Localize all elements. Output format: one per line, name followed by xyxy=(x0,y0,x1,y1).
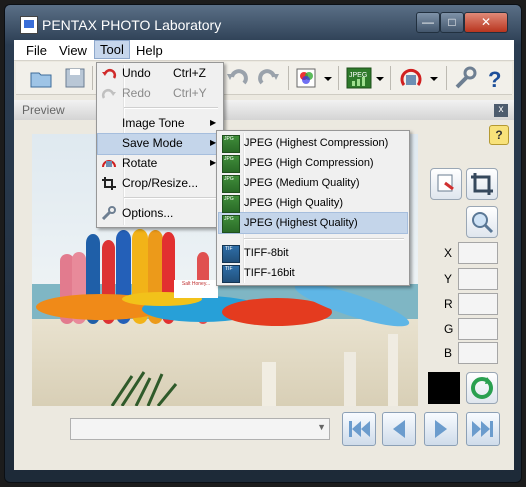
save-mode-jpeg-highest-compression[interactable]: JPEG (Highest Compression) xyxy=(244,137,388,149)
magnifier-icon xyxy=(472,212,494,234)
menu-item-save-mode[interactable]: Save Mode xyxy=(122,136,183,150)
chevron-down-icon[interactable] xyxy=(374,65,386,91)
refresh-button[interactable] xyxy=(466,372,498,404)
toolbar-separator xyxy=(446,66,447,90)
chevron-right-icon: ▶ xyxy=(210,118,217,127)
coord-r-field xyxy=(458,293,498,315)
toolbar-separator xyxy=(288,66,289,90)
coord-r-label: R xyxy=(444,297,453,311)
svg-text:?: ? xyxy=(488,67,501,91)
coord-b-label: B xyxy=(444,346,453,360)
tiff-icon xyxy=(222,265,240,283)
menu-separator xyxy=(244,238,404,240)
menu-separator xyxy=(124,107,218,109)
options-icon xyxy=(101,206,116,220)
first-icon xyxy=(349,421,370,437)
rotate-icon[interactable] xyxy=(398,65,424,91)
menu-bar: File View Tool Help xyxy=(14,40,514,61)
crop-icon xyxy=(102,177,116,190)
image-tone-icon[interactable] xyxy=(294,65,320,91)
menu-item-redo[interactable]: Redo xyxy=(122,86,151,100)
tools-icon[interactable] xyxy=(452,65,478,91)
preview-header: Preview xyxy=(14,100,514,121)
close-button[interactable]: ✕ xyxy=(464,12,508,33)
save-mode-jpeg-high-compression[interactable]: JPEG (High Compression) xyxy=(244,157,374,169)
coord-b-field xyxy=(458,342,498,364)
tiff-icon xyxy=(222,245,240,263)
menu-view[interactable]: View xyxy=(59,43,87,58)
jpeg-icon xyxy=(222,215,240,233)
save-icon[interactable] xyxy=(62,65,88,91)
menu-help[interactable]: Help xyxy=(136,43,163,58)
compare-icon xyxy=(437,174,454,192)
window-title: PENTAX PHOTO Laboratory xyxy=(42,17,222,33)
open-folder-icon[interactable] xyxy=(28,65,54,91)
last-icon xyxy=(472,421,493,437)
undo-icon[interactable] xyxy=(224,65,250,91)
undo-shortcut: Ctrl+Z xyxy=(173,66,206,80)
jpeg-icon xyxy=(222,175,240,193)
undo-icon xyxy=(102,68,117,79)
app-icon xyxy=(20,16,38,34)
jpeg-icon xyxy=(222,155,240,173)
save-mode-jpeg-highest-quality[interactable]: JPEG (Highest Quality) xyxy=(244,217,358,229)
chevron-down-icon[interactable] xyxy=(428,65,440,91)
compare-button[interactable] xyxy=(430,168,462,200)
coord-y-field xyxy=(458,268,498,290)
menu-item-rotate[interactable]: Rotate xyxy=(122,156,157,170)
save-mode-tiff-16bit[interactable]: TIFF-16bit xyxy=(244,267,295,279)
jpeg-save-mode-icon[interactable]: JPEG xyxy=(346,65,372,91)
maximize-button[interactable]: □ xyxy=(440,12,464,33)
chevron-down-icon: ▼ xyxy=(317,422,326,432)
menu-item-crop-resize[interactable]: Crop/Resize... xyxy=(122,176,198,190)
last-image-button[interactable] xyxy=(466,412,500,446)
coord-y-label: Y xyxy=(444,272,453,286)
crop-button[interactable] xyxy=(466,168,498,200)
crop-icon xyxy=(471,173,493,195)
zoom-button[interactable] xyxy=(466,206,498,238)
refresh-icon xyxy=(471,377,493,399)
toolbar-separator xyxy=(92,66,93,90)
help-button[interactable]: ? xyxy=(489,125,509,145)
help-icon[interactable]: ? xyxy=(482,65,508,91)
jpeg-icon xyxy=(222,135,240,153)
redo-shortcut: Ctrl+Y xyxy=(173,86,207,100)
preview-close-button[interactable]: x xyxy=(494,104,508,117)
preview-label: Preview xyxy=(22,103,65,117)
next-icon xyxy=(435,420,447,438)
image-list-combobox[interactable]: ▼ xyxy=(70,418,330,440)
coord-x-field xyxy=(458,242,498,264)
save-mode-jpeg-high-quality[interactable]: JPEG (High Quality) xyxy=(244,197,343,209)
menu-tool[interactable]: Tool xyxy=(94,40,130,59)
minimize-button[interactable]: — xyxy=(416,12,440,33)
color-swatch xyxy=(428,372,460,404)
save-mode-tiff-8bit[interactable]: TIFF-8bit xyxy=(244,247,289,259)
toolbar-separator xyxy=(338,66,339,90)
menu-item-undo[interactable]: Undo xyxy=(122,66,151,80)
save-mode-jpeg-medium-quality[interactable]: JPEG (Medium Quality) xyxy=(244,177,360,189)
first-image-button[interactable] xyxy=(342,412,376,446)
coord-x-label: X xyxy=(444,246,453,260)
previous-image-button[interactable] xyxy=(382,412,416,446)
toolbar-separator xyxy=(390,66,391,90)
menu-item-image-tone[interactable]: Image Tone xyxy=(122,116,185,130)
previous-icon xyxy=(393,420,405,438)
coord-g-label: G xyxy=(444,322,454,336)
rotate-icon xyxy=(102,160,116,168)
redo-icon xyxy=(101,88,116,99)
redo-icon[interactable] xyxy=(256,65,282,91)
coord-g-field xyxy=(458,318,498,340)
menu-separator xyxy=(124,197,218,199)
beach-sign: Salt Honey... xyxy=(174,280,218,298)
menu-item-options[interactable]: Options... xyxy=(122,206,173,220)
jpeg-icon xyxy=(222,195,240,213)
next-image-button[interactable] xyxy=(424,412,458,446)
chevron-down-icon[interactable] xyxy=(322,65,334,91)
menu-file[interactable]: File xyxy=(26,43,47,58)
